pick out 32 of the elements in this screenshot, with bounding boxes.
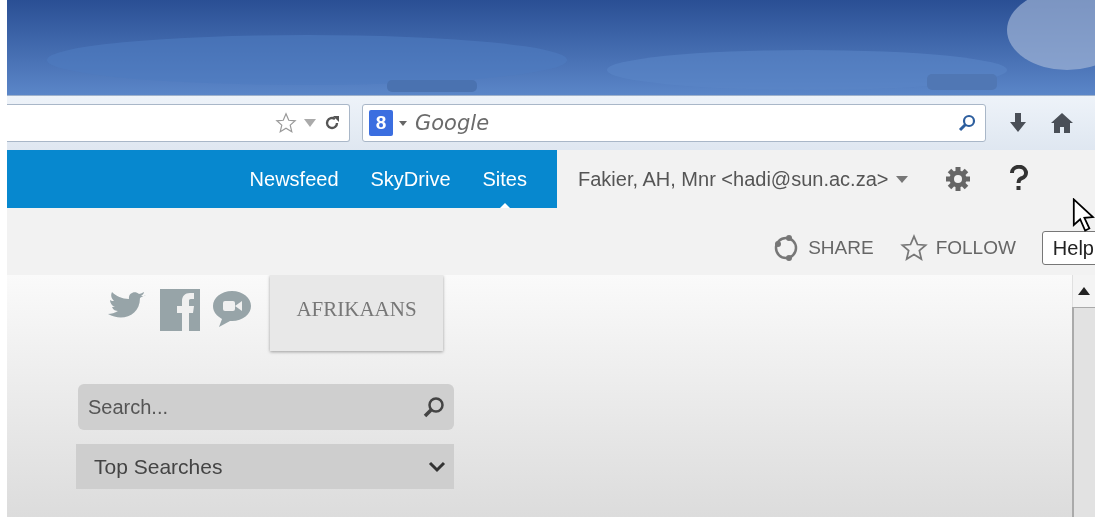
- facebook-icon[interactable]: [160, 289, 200, 331]
- caret-icon[interactable]: [896, 175, 909, 183]
- star-icon[interactable]: [275, 112, 297, 134]
- help-icon[interactable]: [1008, 165, 1031, 193]
- user-menu[interactable]: Fakier, AH, Mnr <hadi@sun.ac.za>: [578, 167, 889, 191]
- cursor-icon: [1071, 198, 1095, 232]
- site-search-field[interactable]: Search...: [78, 384, 454, 430]
- nav-link[interactable]: Newsfeed: [233, 150, 355, 208]
- scrollbar[interactable]: [1072, 275, 1095, 517]
- home-icon[interactable]: [1050, 112, 1074, 134]
- nav-link[interactable]: Sites: [466, 150, 543, 208]
- top-searches-dropdown[interactable]: Top Searches: [76, 444, 454, 489]
- action-link[interactable]: FOLLOW: [935, 236, 1016, 259]
- search-engine-logo[interactable]: 8: [369, 110, 393, 136]
- tooltip: Help: [1041, 230, 1095, 265]
- search-icon[interactable]: [422, 395, 446, 419]
- address-field[interactable]: [7, 104, 350, 142]
- settings-icon[interactable]: [944, 165, 973, 193]
- dropdown-icon[interactable]: [303, 118, 317, 128]
- search-icon[interactable]: [957, 113, 977, 133]
- action-link[interactable]: SHARE: [808, 236, 874, 259]
- chevron-down-icon: [428, 460, 446, 473]
- search-field[interactable]: 8 Google: [362, 104, 986, 142]
- star-icon[interactable]: [899, 233, 928, 262]
- bird-icon[interactable]: [106, 289, 148, 319]
- download-icon[interactable]: [1008, 112, 1028, 134]
- nav-link[interactable]: SkyDrive: [354, 150, 467, 208]
- language-button[interactable]: AFRIKAANS: [270, 275, 443, 351]
- video-chat-icon[interactable]: [212, 289, 252, 329]
- scroll-up-icon[interactable]: [1078, 287, 1090, 295]
- caret-icon: [399, 120, 407, 126]
- reload-icon[interactable]: [323, 114, 341, 132]
